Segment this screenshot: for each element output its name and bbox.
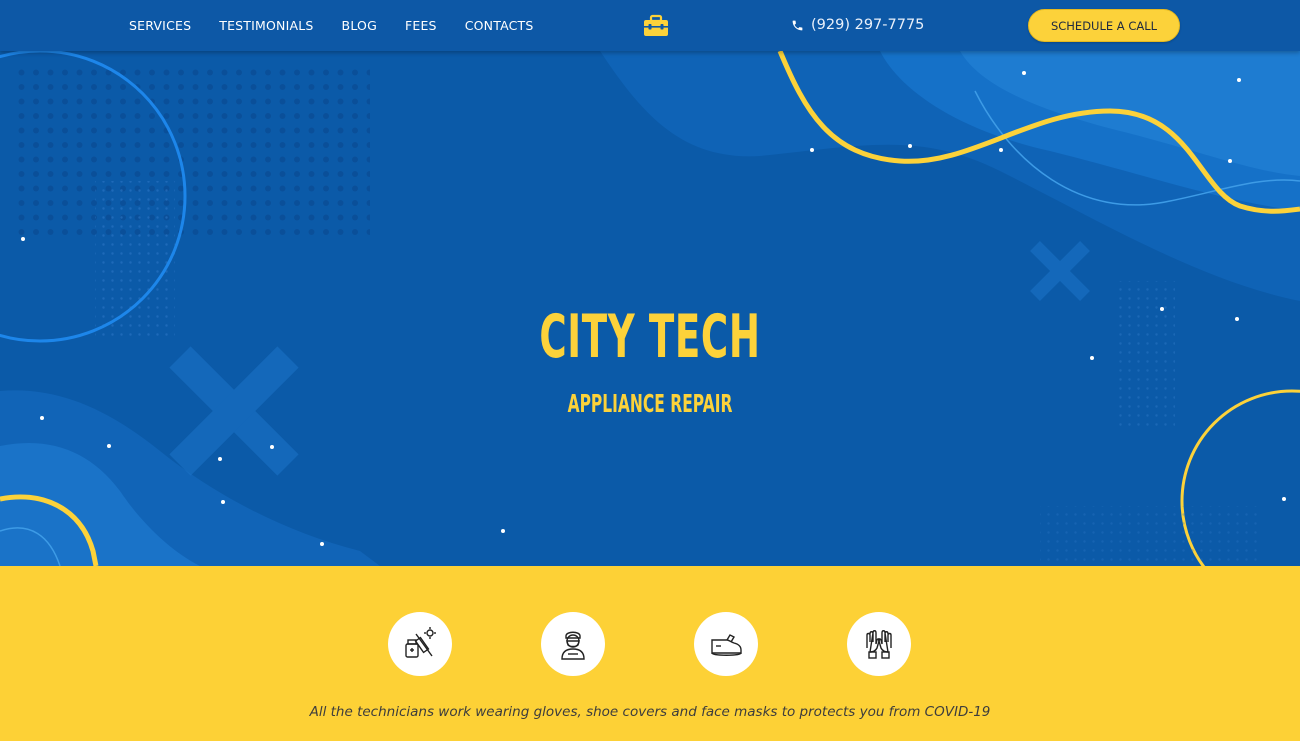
gloves-icon [847, 612, 911, 676]
shoe-cover-icon [694, 612, 758, 676]
covid-notice: All the technicians work wearing gloves,… [309, 704, 991, 720]
hero-section: CITY TECH APPLIANCE REPAIR [0, 51, 1300, 566]
schedule-call-button[interactable]: SCHEDULE A CALL [1028, 9, 1180, 42]
toolbox-icon[interactable] [643, 14, 669, 38]
phone-contact[interactable]: (929) 297-7775 [791, 17, 924, 33]
phone-number: (929) 297-7775 [811, 17, 925, 33]
nav-fees[interactable]: FEES [405, 18, 437, 33]
covid-safety-band: All the technicians work wearing gloves,… [0, 566, 1300, 741]
hero-subtitle: APPLIANCE REPAIR [567, 389, 733, 418]
hero-title: CITY TECH [539, 302, 761, 372]
nav-testimonials[interactable]: TESTIMONIALS [219, 18, 313, 33]
nav-blog[interactable]: BLOG [342, 18, 377, 33]
sanitizer-syringe-icon [388, 612, 452, 676]
nav-contacts[interactable]: CONTACTS [465, 18, 534, 33]
masked-technician-icon [541, 612, 605, 676]
main-nav: SERVICES TESTIMONIALS BLOG FEES CONTACTS [129, 0, 562, 51]
site-header: SERVICES TESTIMONIALS BLOG FEES CONTACTS… [0, 0, 1300, 51]
phone-icon [792, 20, 803, 30]
nav-services[interactable]: SERVICES [129, 18, 191, 33]
